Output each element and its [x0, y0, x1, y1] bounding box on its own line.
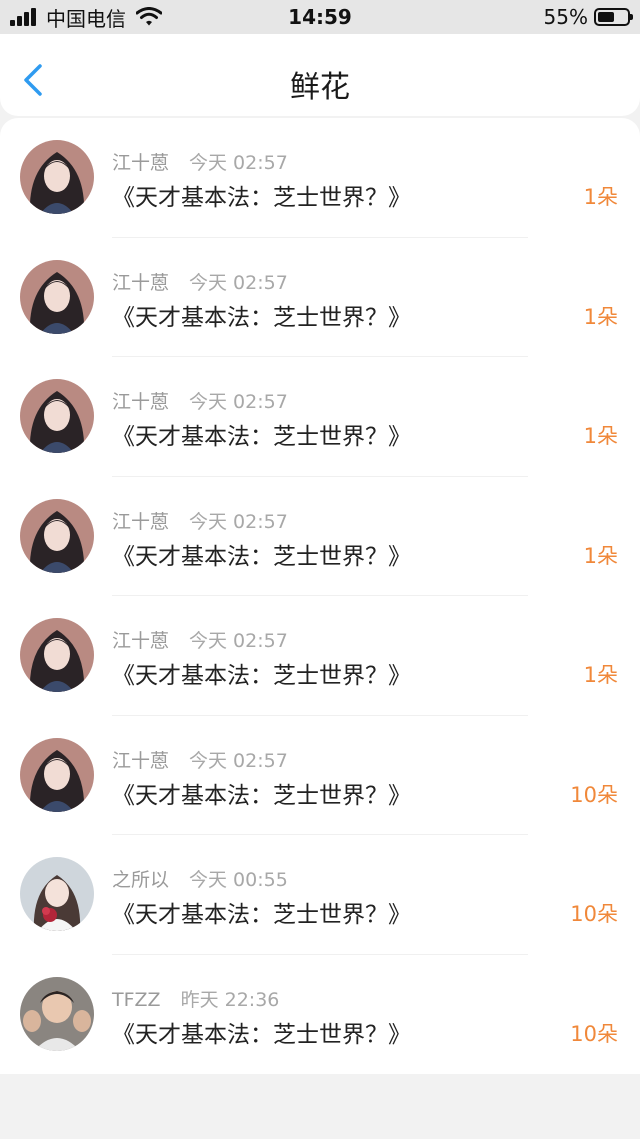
user-name[interactable]: TFZZ	[112, 989, 161, 1011]
record-meta: 江十蒽 今天 02:57	[112, 626, 288, 653]
list-item[interactable]: 江十蒽 今天 02:57 《天才基本法：芝士世界？》 10朵	[0, 716, 640, 835]
record-meta: 之所以 今天 00:55	[112, 865, 288, 892]
record-time: 今天 02:57	[189, 271, 288, 294]
user-name[interactable]: 之所以	[112, 869, 169, 891]
record-time: 今天 02:57	[189, 510, 288, 533]
flower-count: 1朵	[583, 424, 618, 448]
avatar[interactable]	[20, 857, 94, 931]
book-title[interactable]: 《天才基本法：芝士世界？》	[112, 178, 411, 212]
list-item[interactable]: 江十蒽 今天 02:57 《天才基本法：芝士世界？》 1朵	[0, 357, 640, 477]
record-time: 今天 00:55	[189, 869, 288, 891]
status-bar: 中国电信 14:59 55%	[0, 0, 640, 34]
avatar[interactable]	[20, 498, 94, 573]
nav-bar: 鲜花	[0, 34, 640, 116]
list-item[interactable]: 江十蒽 今天 02:57 《天才基本法：芝士世界？》 1朵	[0, 596, 640, 716]
book-title[interactable]: 《天才基本法：芝士世界？》	[112, 417, 411, 451]
record-meta: 江十蒽 今天 02:57	[112, 746, 288, 773]
list-item[interactable]: 江十蒽 今天 02:57 《天才基本法：芝士世界？》 1朵	[0, 238, 640, 357]
user-name[interactable]: 江十蒽	[112, 152, 169, 174]
record-time: 今天 02:57	[189, 391, 288, 413]
user-name[interactable]: 江十蒽	[112, 511, 169, 533]
flower-count: 1朵	[583, 663, 618, 687]
avatar[interactable]	[20, 259, 94, 334]
flower-count: 1朵	[583, 304, 618, 329]
record-time: 今天 02:57	[189, 152, 288, 174]
user-name[interactable]: 江十蒽	[112, 391, 169, 413]
book-title[interactable]: 《天才基本法：芝士世界？》	[112, 298, 411, 332]
flower-count: 10朵	[570, 902, 618, 926]
user-name[interactable]: 江十蒽	[112, 630, 169, 652]
avatar[interactable]	[20, 976, 94, 1051]
battery-icon	[594, 8, 633, 26]
avatar[interactable]	[20, 737, 94, 812]
user-name[interactable]: 江十蒽	[112, 750, 169, 772]
book-title[interactable]: 《天才基本法：芝士世界？》	[112, 1015, 411, 1049]
list-item[interactable]: TFZZ 昨天 22:36 《天才基本法：芝士世界？》 10朵	[0, 955, 640, 1075]
record-meta: 江十蒽 今天 02:57	[112, 387, 288, 414]
avatar[interactable]	[20, 618, 94, 692]
flower-record-list: 江十蒽 今天 02:57 《天才基本法：芝士世界？》 1朵 江十蒽 今天 02:57…	[0, 118, 640, 1074]
status-right: 55%	[543, 5, 633, 29]
battery-percent: 55%	[543, 5, 588, 29]
flower-count: 1朵	[583, 543, 618, 568]
record-time: 昨天 22:36	[180, 988, 280, 1011]
user-name[interactable]: 江十蒽	[112, 272, 169, 294]
list-item[interactable]: 江十蒽 今天 02:57 《天才基本法：芝士世界？》 1朵	[0, 477, 640, 596]
page-title: 鲜花	[290, 70, 350, 105]
list-item[interactable]: 之所以 今天 00:55 《天才基本法：芝士世界？》 10朵	[0, 835, 640, 955]
book-title[interactable]: 《天才基本法：芝士世界？》	[112, 656, 411, 690]
avatar[interactable]	[20, 140, 94, 214]
record-meta: 江十蒽 今天 02:57	[112, 268, 288, 295]
avatar[interactable]	[20, 379, 94, 453]
book-title[interactable]: 《天才基本法：芝士世界？》	[112, 776, 411, 810]
flower-count: 10朵	[570, 1021, 618, 1046]
flower-count: 1朵	[583, 185, 618, 209]
record-time: 今天 02:57	[189, 630, 288, 652]
record-time: 今天 02:57	[189, 749, 288, 772]
record-meta: TFZZ 昨天 22:36	[112, 985, 279, 1012]
list-item[interactable]: 江十蒽 今天 02:57 《天才基本法：芝士世界？》 1朵	[0, 118, 640, 238]
record-meta: 江十蒽 今天 02:57	[112, 507, 288, 534]
record-meta: 江十蒽 今天 02:57	[112, 148, 288, 175]
flower-count: 10朵	[570, 782, 618, 807]
book-title[interactable]: 《天才基本法：芝士世界？》	[112, 895, 411, 929]
book-title[interactable]: 《天才基本法：芝士世界？》	[112, 537, 411, 571]
